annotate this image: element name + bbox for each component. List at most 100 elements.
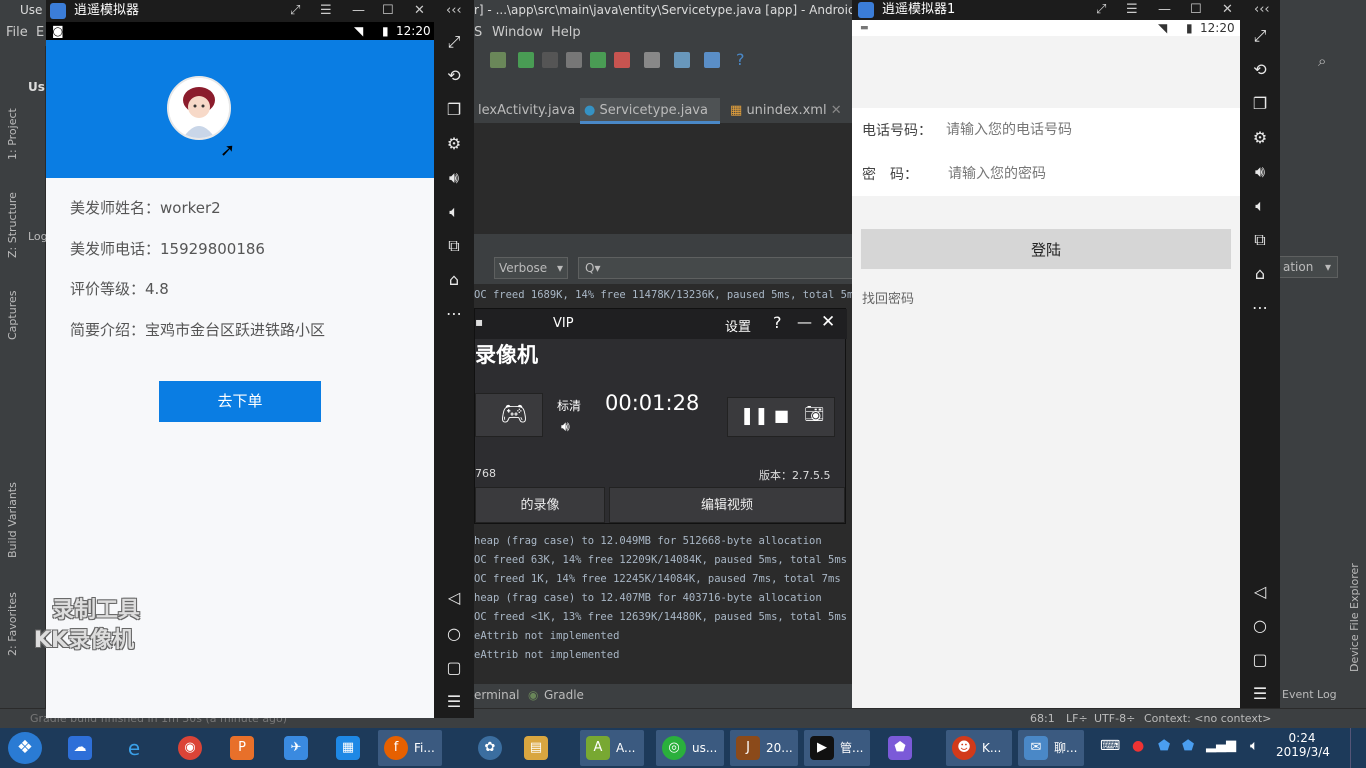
feiq-icon[interactable]: ✈ — [284, 736, 308, 760]
close-icon[interactable]: ✕ — [831, 103, 842, 118]
collapse-sidebar-icon[interactable]: ‹‹‹ — [1254, 0, 1270, 20]
volume-down-icon[interactable]: 🔈︎ — [444, 202, 464, 222]
run-icon[interactable] — [490, 52, 506, 68]
taskbar-firefox[interactable]: f Fi... — [378, 730, 442, 766]
login-button[interactable]: 登陆 — [861, 229, 1231, 269]
baidu-pan-icon[interactable]: ☁ — [68, 736, 92, 760]
more-icon[interactable]: ⋯ — [1250, 298, 1270, 318]
encoding[interactable]: UTF-8÷ — [1094, 709, 1135, 729]
back-icon[interactable]: ◁ — [444, 588, 464, 608]
settings-icon[interactable]: ⚙ — [444, 134, 464, 154]
maximize-icon[interactable]: ☐ — [382, 0, 394, 22]
taskbar-chat[interactable]: ✉ 聊... — [1018, 730, 1084, 766]
more-icon[interactable]: ⋯ — [444, 304, 464, 324]
event-log-tab[interactable]: Event Log — [1282, 688, 1337, 701]
taskbar-wechat[interactable]: ◎ us... — [656, 730, 724, 766]
menu-icon[interactable]: ☰ — [1126, 0, 1138, 20]
attach-icon[interactable] — [566, 52, 582, 68]
collapse-sidebar-icon[interactable]: ‹‹‹ — [446, 0, 462, 22]
fullscreen-icon[interactable]: ⤢ — [1250, 26, 1270, 46]
file-explorer-icon[interactable]: ▤ — [524, 736, 548, 760]
close-icon[interactable]: ✕ — [1222, 0, 1233, 20]
taskbar-kk-recorder[interactable]: ☻ K... — [946, 730, 1012, 766]
menu-icon[interactable]: ☰ — [320, 0, 332, 22]
camera-icon[interactable]: 📷︎ — [804, 404, 824, 423]
settings-icon[interactable]: ⚙ — [1250, 128, 1270, 148]
rotate-icon[interactable]: ⟲ — [444, 66, 464, 86]
volume-icon[interactable]: 🔊︎ — [561, 419, 570, 435]
show-desktop-button[interactable] — [1350, 728, 1366, 768]
minimize-icon[interactable]: — — [797, 313, 812, 331]
code-editor[interactable] — [474, 124, 854, 234]
back-icon[interactable]: ◁ — [1250, 582, 1270, 602]
apk-icon[interactable]: ⌂ — [444, 270, 464, 290]
rotate-icon[interactable]: ⟲ — [1250, 60, 1270, 80]
tab-servicetype[interactable]: ● Servicetype.java ✕ — [580, 98, 720, 144]
debug-icon[interactable] — [518, 52, 534, 68]
apply-icon[interactable] — [590, 52, 606, 68]
taskbar-cmd[interactable]: ▶ 管... — [804, 730, 870, 766]
edit-video-button[interactable]: 编辑视频 — [609, 487, 845, 523]
home-icon[interactable]: ○ — [444, 624, 464, 644]
password-input[interactable] — [948, 160, 1228, 188]
place-order-button[interactable]: 去下单 — [159, 381, 321, 422]
copy-icon[interactable]: ⧉ — [1250, 230, 1270, 250]
tray-app-icon[interactable]: ⬟ — [1158, 738, 1170, 754]
record-mode-box[interactable]: 🎮︎ — [475, 393, 543, 437]
cursor-position[interactable]: 68:1 — [1030, 709, 1055, 729]
gradle-tab[interactable]: Gradle — [544, 688, 584, 702]
taskbar-eclipse[interactable]: J 20... — [730, 730, 798, 766]
vip-label[interactable]: VIP — [553, 316, 574, 331]
config-select[interactable]: ation ▾ — [1278, 256, 1338, 278]
stop-icon[interactable] — [614, 52, 630, 68]
minimize-icon[interactable]: — — [352, 0, 365, 22]
quality-label[interactable]: 标清 — [557, 397, 581, 414]
recorder-settings[interactable]: 设置 — [725, 316, 751, 335]
start-button[interactable]: ❖ — [8, 732, 42, 764]
tray-app-icon[interactable]: ⬟ — [1182, 738, 1194, 754]
help-icon[interactable]: ? — [736, 50, 745, 69]
avd-icon[interactable] — [674, 52, 690, 68]
taskbar-clock[interactable]: 0:24 2019/3/4 — [1276, 731, 1330, 765]
apk-icon[interactable]: ⌂ — [1250, 264, 1270, 284]
volume-up-icon[interactable]: 🔊︎ — [444, 168, 464, 188]
stop-icon[interactable]: ■ — [774, 406, 789, 425]
sync-icon[interactable] — [644, 52, 660, 68]
profile-icon[interactable] — [542, 52, 558, 68]
tab-unindex-xml[interactable]: ▦ unindex.xml ✕ — [726, 98, 850, 124]
taskbar-android-studio[interactable]: A A... — [580, 730, 644, 766]
gamepad-icon[interactable]: 🎮︎ — [500, 402, 528, 427]
close-icon[interactable]: ✕ — [414, 0, 425, 22]
menu-window[interactable]: Window — [492, 25, 543, 40]
list-icon[interactable]: ☰ — [444, 692, 464, 712]
project-tool-tab[interactable]: 1: Project — [6, 108, 19, 160]
pentagon-app-icon[interactable]: ⬟ — [888, 736, 912, 760]
sdk-icon[interactable] — [704, 52, 720, 68]
menu-file[interactable]: File — [6, 25, 28, 40]
menu-edit[interactable]: E — [36, 25, 44, 40]
multi-window-icon[interactable]: ❐ — [1250, 94, 1270, 114]
forgot-password-link[interactable]: 找回密码 — [862, 288, 914, 307]
security-icon[interactable]: ● — [1132, 738, 1144, 754]
apps-icon[interactable]: ▦ — [336, 736, 360, 760]
recents-icon[interactable]: ▢ — [1250, 650, 1270, 670]
chrome-icon[interactable]: ◉ — [178, 736, 202, 760]
structure-tool-tab[interactable]: Z: Structure — [6, 192, 19, 258]
volume-icon[interactable]: 🔈︎ — [1250, 738, 1258, 754]
fullscreen-icon[interactable]: ⤢ — [290, 0, 300, 22]
home-icon[interactable]: ○ — [1250, 616, 1270, 636]
menu-s[interactable]: S — [474, 25, 482, 40]
help-button[interactable]: ? — [773, 313, 782, 332]
context[interactable]: Context: <no context> — [1144, 709, 1271, 729]
captures-tool-tab[interactable]: Captures — [6, 291, 19, 340]
search-icon[interactable]: ⌕ — [1318, 52, 1326, 70]
fullscreen-icon[interactable]: ⤢ — [444, 32, 464, 52]
android-sdk-icon[interactable]: ✿ — [478, 736, 502, 760]
recents-icon[interactable]: ▢ — [444, 658, 464, 678]
build-variants-tool-tab[interactable]: Build Variants — [6, 482, 19, 558]
device-file-explorer-tab[interactable]: Device File Explorer — [1348, 563, 1361, 672]
minimize-icon[interactable]: — — [1158, 0, 1171, 20]
ime-icon[interactable]: ⌨ — [1100, 738, 1120, 754]
fullscreen-icon[interactable]: ⤢ — [1096, 0, 1106, 20]
close-icon[interactable]: ✕ — [821, 312, 835, 332]
